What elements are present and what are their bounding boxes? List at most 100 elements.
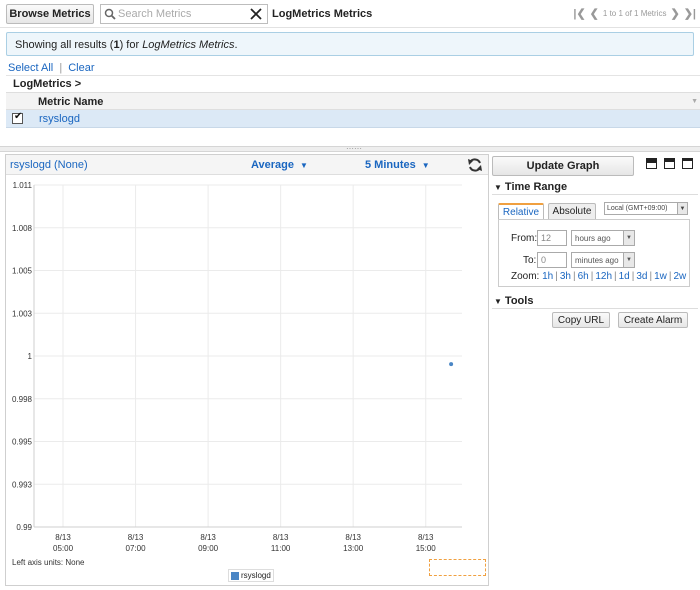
x-tick-date: 8/13	[345, 533, 361, 542]
search-icon	[104, 8, 116, 20]
collapse-triangle-icon: ▼	[494, 183, 502, 192]
tab-relative[interactable]: Relative	[498, 203, 544, 219]
banner-namespace: LogMetrics Metrics	[142, 39, 235, 51]
browse-metrics-button[interactable]: Browse Metrics	[6, 4, 94, 24]
zoom-separator: |	[555, 271, 558, 282]
x-tick-time: 15:00	[416, 544, 437, 553]
pager: |❮ ❮ 1 to 1 of 1 Metrics ❯ ❯|	[573, 7, 696, 20]
timezone-value: Local (GMT+09:00)	[607, 205, 668, 212]
from-unit-select[interactable]: hours ago ▼	[571, 230, 635, 246]
graph-panel: rsyslogd (None) Average ▼ 5 Minutes ▼ 1.01…	[5, 154, 489, 586]
time-range-label: Time Range	[504, 181, 568, 193]
first-page-icon[interactable]: |❮	[573, 7, 585, 20]
divider	[492, 308, 698, 309]
copy-url-button[interactable]: Copy URL	[552, 312, 610, 328]
y-tick-label: 0.99	[16, 523, 32, 532]
next-page-icon[interactable]: ❯	[670, 7, 679, 20]
from-unit-value: hours ago	[575, 233, 611, 243]
selection-separator: |	[59, 62, 63, 74]
axis-units-label: Left axis units: None	[12, 558, 85, 567]
prev-page-icon[interactable]: ❮	[590, 7, 599, 20]
y-tick-label: 1.011	[13, 181, 33, 190]
time-range-header[interactable]: ▼ Time Range	[494, 181, 567, 193]
zoom-separator: |	[668, 271, 672, 282]
to-unit-select[interactable]: minutes ago ▼	[571, 252, 635, 268]
metric-name-link[interactable]: rsyslogd	[39, 113, 80, 125]
zoom-separator: |	[614, 271, 617, 282]
to-input[interactable]: 0	[537, 252, 567, 268]
zoom-link-1d[interactable]: 1d	[619, 271, 630, 282]
column-metric-name[interactable]: Metric Name	[38, 96, 103, 108]
chevron-down-icon: ▼	[623, 253, 634, 267]
zoom-links: Zoom: 1h | 3h | 6h | 12h | 1d | 3d | 1w | 2w	[511, 271, 686, 282]
selection-links: Select All | Clear	[8, 62, 95, 74]
x-tick-date: 8/13	[128, 533, 144, 542]
zoom-separator: |	[649, 271, 653, 282]
x-tick-time: 07:00	[126, 544, 147, 553]
zoom-link-12h[interactable]: 12h	[595, 271, 612, 282]
search-input[interactable]	[116, 8, 244, 20]
zoom-separator: |	[590, 271, 594, 282]
page-title: LogMetrics Metrics	[272, 8, 373, 20]
banner-suffix: .	[234, 39, 238, 51]
zoom-list: 1h | 3h | 6h | 12h | 1d | 3d | 1w | 2w	[542, 271, 686, 282]
update-graph-button[interactable]: Update Graph	[492, 156, 634, 176]
y-tick-label: 0.998	[12, 395, 33, 404]
x-tick-date: 8/13	[418, 533, 434, 542]
drag-handle-box[interactable]	[429, 559, 486, 576]
legend-label: rsyslogd	[241, 571, 271, 580]
splitter-grip-icon: ⋯⋯	[346, 144, 362, 153]
create-alarm-button[interactable]: Create Alarm	[618, 312, 688, 328]
x-tick-date: 8/13	[273, 533, 289, 542]
search-box[interactable]	[100, 4, 268, 24]
x-tick-time: 13:00	[343, 544, 364, 553]
sort-icon[interactable]: ▼	[691, 98, 698, 105]
graph-title[interactable]: rsyslogd (None)	[10, 159, 88, 171]
zoom-link-1w[interactable]: 1w	[654, 271, 667, 282]
data-point	[449, 362, 454, 367]
last-page-icon[interactable]: ❯|	[684, 7, 696, 20]
clear-search-icon[interactable]	[249, 7, 263, 21]
zoom-link-3d[interactable]: 3d	[636, 271, 647, 282]
period-dropdown[interactable]: 5 Minutes ▼	[365, 159, 430, 171]
table-header: Metric Name ▼	[6, 92, 700, 110]
pane-splitter[interactable]: ⋯⋯	[0, 144, 700, 153]
select-all-link[interactable]: Select All	[8, 62, 53, 74]
banner-middle: ) for	[119, 39, 143, 51]
metric-chart: 1.011 1.008 1.005 1.003 1 0.998 0.995 0.993 0.99…	[12, 181, 462, 553]
clear-link[interactable]: Clear	[68, 62, 94, 74]
row-checkbox[interactable]	[12, 111, 23, 124]
banner-prefix: Showing all results (	[15, 39, 114, 51]
layout-large-icon[interactable]	[646, 158, 657, 169]
layout-small-icon[interactable]	[682, 158, 693, 169]
pager-text: 1 to 1 of 1 Metrics	[602, 9, 667, 18]
legend-swatch	[231, 571, 239, 580]
layout-medium-icon[interactable]	[664, 158, 675, 169]
x-tick-time: 09:00	[198, 544, 219, 553]
tab-absolute[interactable]: Absolute	[548, 203, 596, 219]
refresh-icon[interactable]	[467, 157, 483, 173]
zoom-link-2w[interactable]: 2w	[674, 271, 687, 282]
to-label: To:	[523, 255, 537, 266]
from-input[interactable]: 12	[537, 230, 567, 246]
tools-label: Tools	[504, 295, 534, 307]
y-tick-label: 0.995	[12, 438, 33, 447]
y-tick-label: 1.005	[12, 267, 33, 276]
relative-range-form: From: 12 hours ago ▼ To: 0 minutes ago ▼ Z…	[498, 219, 690, 287]
tools-header[interactable]: ▼ Tools	[494, 295, 533, 307]
timezone-select[interactable]: Local (GMT+09:00) ▼	[604, 202, 688, 215]
divider	[492, 194, 698, 195]
zoom-link-3h[interactable]: 3h	[560, 271, 571, 282]
zoom-link-6h[interactable]: 6h	[578, 271, 589, 282]
statistic-dropdown[interactable]: Average ▼	[251, 159, 308, 171]
zoom-separator: |	[631, 271, 635, 282]
y-tick-label: 1.008	[12, 224, 33, 233]
to-unit-value: minutes ago	[575, 255, 619, 265]
zoom-link-1h[interactable]: 1h	[542, 271, 553, 282]
chevron-down-icon: ▼	[677, 203, 687, 214]
chart-legend[interactable]: rsyslogd	[228, 569, 274, 582]
table-row[interactable]: rsyslogd	[6, 110, 700, 128]
period-value: 5 Minutes	[365, 159, 416, 171]
chevron-down-icon: ▼	[623, 231, 634, 245]
from-label: From:	[511, 233, 538, 244]
